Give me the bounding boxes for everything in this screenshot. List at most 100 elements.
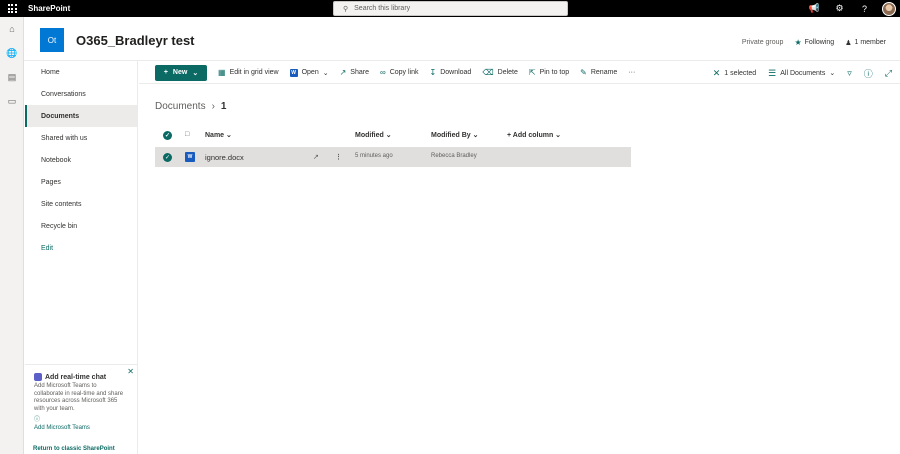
app-launcher-icon[interactable]	[0, 0, 24, 17]
members-button[interactable]: ♟ 1 member	[845, 39, 886, 47]
chat-card-title: Add real-time chat	[34, 373, 129, 381]
site-header: Ot O365_Bradleyr test Private group ★ Fo…	[24, 17, 900, 61]
list-view-icon: ☰	[768, 67, 777, 78]
add-column-label: + Add column	[507, 132, 554, 139]
more-vertical-icon[interactable]: ⋮	[335, 153, 342, 161]
selected-count: 1 selected	[724, 69, 757, 77]
clear-selection-button[interactable]: ✕ 1 selected	[713, 68, 756, 79]
file-type-icon[interactable]: □	[185, 131, 189, 138]
grid-icon: ▦	[218, 68, 226, 77]
word-document-icon: W	[185, 152, 195, 162]
pin-icon: ⇱	[528, 68, 536, 77]
nav-item-conversations[interactable]: Conversations	[25, 83, 137, 105]
add-teams-link[interactable]: Add Microsoft Teams	[34, 425, 90, 431]
following-label: Following	[804, 39, 835, 46]
file-modified-by[interactable]: Rebecca Bradley	[431, 153, 477, 159]
select-all-checkbox[interactable]: ✓	[163, 131, 172, 140]
view-switcher[interactable]: ☰ All Documents ⌄	[768, 68, 835, 79]
chevron-down-icon: ⌄	[829, 70, 836, 77]
add-column-button[interactable]: + Add column ⌄	[507, 131, 561, 139]
share-button[interactable]: ↗ Share	[340, 68, 369, 77]
rename-button[interactable]: ✎ Rename	[580, 68, 617, 77]
delete-label: Delete	[497, 69, 518, 76]
filter-icon[interactable]: ▿	[847, 68, 852, 79]
breadcrumb-current: 1	[220, 101, 227, 112]
privacy-label: Private group	[741, 39, 784, 46]
download-icon: ↧	[429, 68, 437, 77]
chevron-right-icon: ›	[211, 101, 215, 112]
nav-item-recycle-bin[interactable]: Recycle bin	[25, 215, 137, 237]
globe-icon[interactable]: 🌐	[0, 41, 24, 65]
help-icon[interactable]: ?	[852, 4, 877, 14]
nav-item-pages[interactable]: Pages	[25, 171, 137, 193]
site-logo[interactable]: Ot	[40, 28, 64, 52]
share-icon[interactable]: ↗	[313, 153, 319, 161]
suite-bar: SharePoint ⚲ Search this library 📢 ⚙ ?	[0, 0, 900, 17]
breadcrumb: Documents › 1	[155, 101, 226, 112]
rename-label: Rename	[590, 69, 618, 76]
command-bar: + New ⌄ ▦ Edit in grid view W Open ⌄ ↗ S…	[139, 62, 900, 84]
file-name[interactable]: ignore.docx	[205, 153, 244, 162]
column-modified-by[interactable]: Modified By ⌄	[431, 131, 478, 139]
avatar[interactable]	[882, 1, 896, 16]
info-icon[interactable]: ⓘ	[34, 414, 129, 423]
share-label: Share	[350, 69, 369, 76]
search-icon: ⚲	[343, 5, 349, 13]
megaphone-icon[interactable]: 📢	[802, 3, 827, 14]
word-icon: W	[289, 68, 298, 77]
nav-item-documents[interactable]: Documents	[25, 105, 137, 127]
search-box[interactable]: ⚲ Search this library	[333, 1, 568, 16]
left-nav: Home Conversations Documents Shared with…	[25, 61, 138, 454]
command-bar-right: ✕ 1 selected ☰ All Documents ⌄ ▿ ⓘ ⤢	[713, 62, 892, 84]
row-checkbox[interactable]: ✓	[163, 153, 172, 162]
nav-item-site-contents[interactable]: Site contents	[25, 193, 137, 215]
news-icon[interactable]: ▤	[0, 65, 24, 89]
column-name[interactable]: Name ⌄	[205, 131, 232, 139]
breadcrumb-documents[interactable]: Documents	[155, 101, 206, 112]
following-button[interactable]: ★ Following	[794, 38, 834, 47]
new-button[interactable]: + New ⌄	[155, 64, 207, 81]
chevron-down-icon: ⌄	[192, 69, 199, 77]
column-modified-label: Modified	[355, 132, 384, 139]
delete-button[interactable]: ⌫ Delete	[482, 68, 518, 77]
column-modified[interactable]: Modified ⌄	[355, 131, 392, 139]
share-icon: ↗	[339, 68, 347, 77]
person-icon: ♟	[845, 39, 852, 47]
chat-card-title-text: Add real-time chat	[45, 373, 107, 381]
expand-icon[interactable]: ⤢	[885, 68, 892, 79]
open-label: Open	[301, 69, 319, 76]
site-title[interactable]: O365_Bradleyr test	[76, 33, 195, 48]
nav-item-notebook[interactable]: Notebook	[25, 149, 137, 171]
edit-grid-button[interactable]: ▦ Edit in grid view	[218, 68, 279, 77]
teams-icon	[34, 373, 42, 381]
gear-icon[interactable]: ⚙	[827, 3, 852, 14]
classic-sharepoint-link[interactable]: Return to classic SharePoint	[33, 446, 115, 452]
document-icon[interactable]: ▭	[0, 89, 24, 113]
info-icon[interactable]: ⓘ	[864, 67, 873, 80]
copy-link-button[interactable]: ∞ Copy link	[380, 68, 419, 77]
close-icon: ✕	[712, 67, 721, 78]
more-actions-button[interactable]: ···	[628, 69, 635, 76]
close-icon[interactable]: ✕	[127, 367, 134, 376]
star-icon: ★	[794, 38, 802, 47]
nav-edit-link[interactable]: Edit	[25, 237, 137, 259]
open-button[interactable]: W Open ⌄	[289, 68, 329, 77]
brand-name[interactable]: SharePoint	[28, 4, 70, 13]
list-header: ✓ □ Name ⌄ Modified ⌄ Modified By ⌄ + Ad…	[155, 127, 631, 145]
home-icon[interactable]: ⌂	[0, 17, 24, 41]
plus-icon: +	[163, 69, 168, 76]
edit-grid-label: Edit in grid view	[229, 69, 279, 76]
new-button-label: New	[172, 69, 188, 76]
pin-to-top-button[interactable]: ⇱ Pin to top	[529, 68, 569, 77]
column-modified-by-label: Modified By	[431, 132, 471, 139]
download-button[interactable]: ↧ Download	[429, 68, 471, 77]
view-label: All Documents	[780, 69, 826, 77]
nav-item-home[interactable]: Home	[25, 61, 137, 83]
chat-card-body: Add Microsoft Teams to collaborate in re…	[34, 383, 124, 412]
pin-to-top-label: Pin to top	[539, 69, 570, 76]
chevron-down-icon: ⌄	[322, 69, 329, 77]
app-bar: ⌂ 🌐 ▤ ▭	[0, 17, 24, 454]
download-label: Download	[440, 69, 472, 76]
nav-item-shared-with-us[interactable]: Shared with us	[25, 127, 137, 149]
table-row[interactable]: ✓ W ignore.docx ↗ ⋮ 5 minutes ago Rebecc…	[155, 147, 631, 167]
